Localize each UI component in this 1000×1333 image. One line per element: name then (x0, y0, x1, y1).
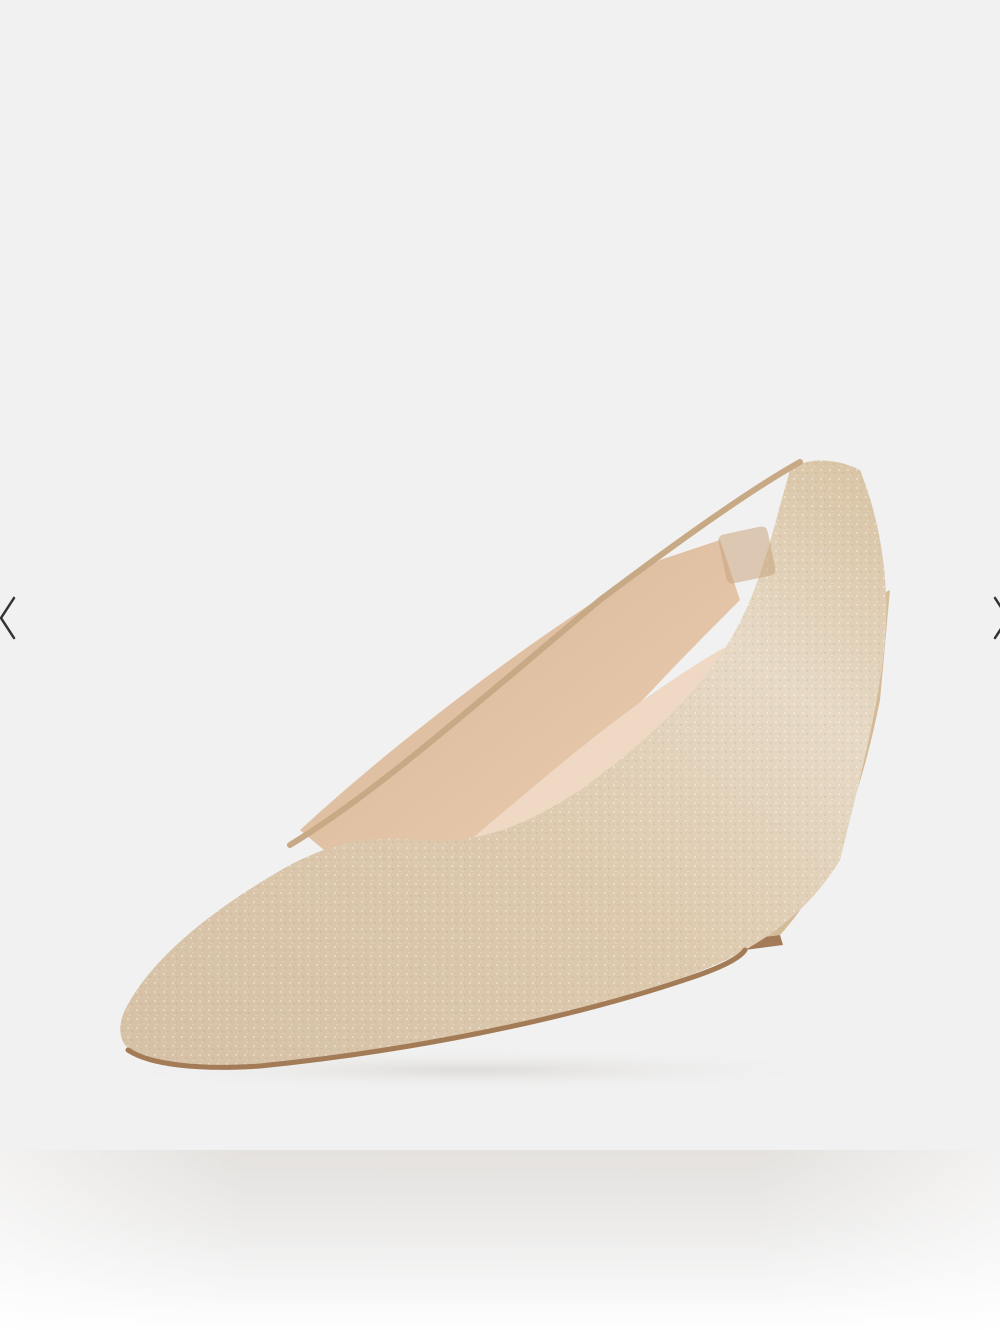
shoe-icon (90, 459, 890, 1092)
next-image-button[interactable] (985, 590, 1000, 646)
chevron-right-icon (993, 596, 1000, 640)
image-bottom-fade (0, 1150, 1000, 1333)
image-viewer (0, 0, 1000, 1333)
previous-image-button[interactable] (0, 590, 26, 646)
product-photo (0, 0, 1000, 1150)
chevron-left-icon (0, 596, 16, 640)
